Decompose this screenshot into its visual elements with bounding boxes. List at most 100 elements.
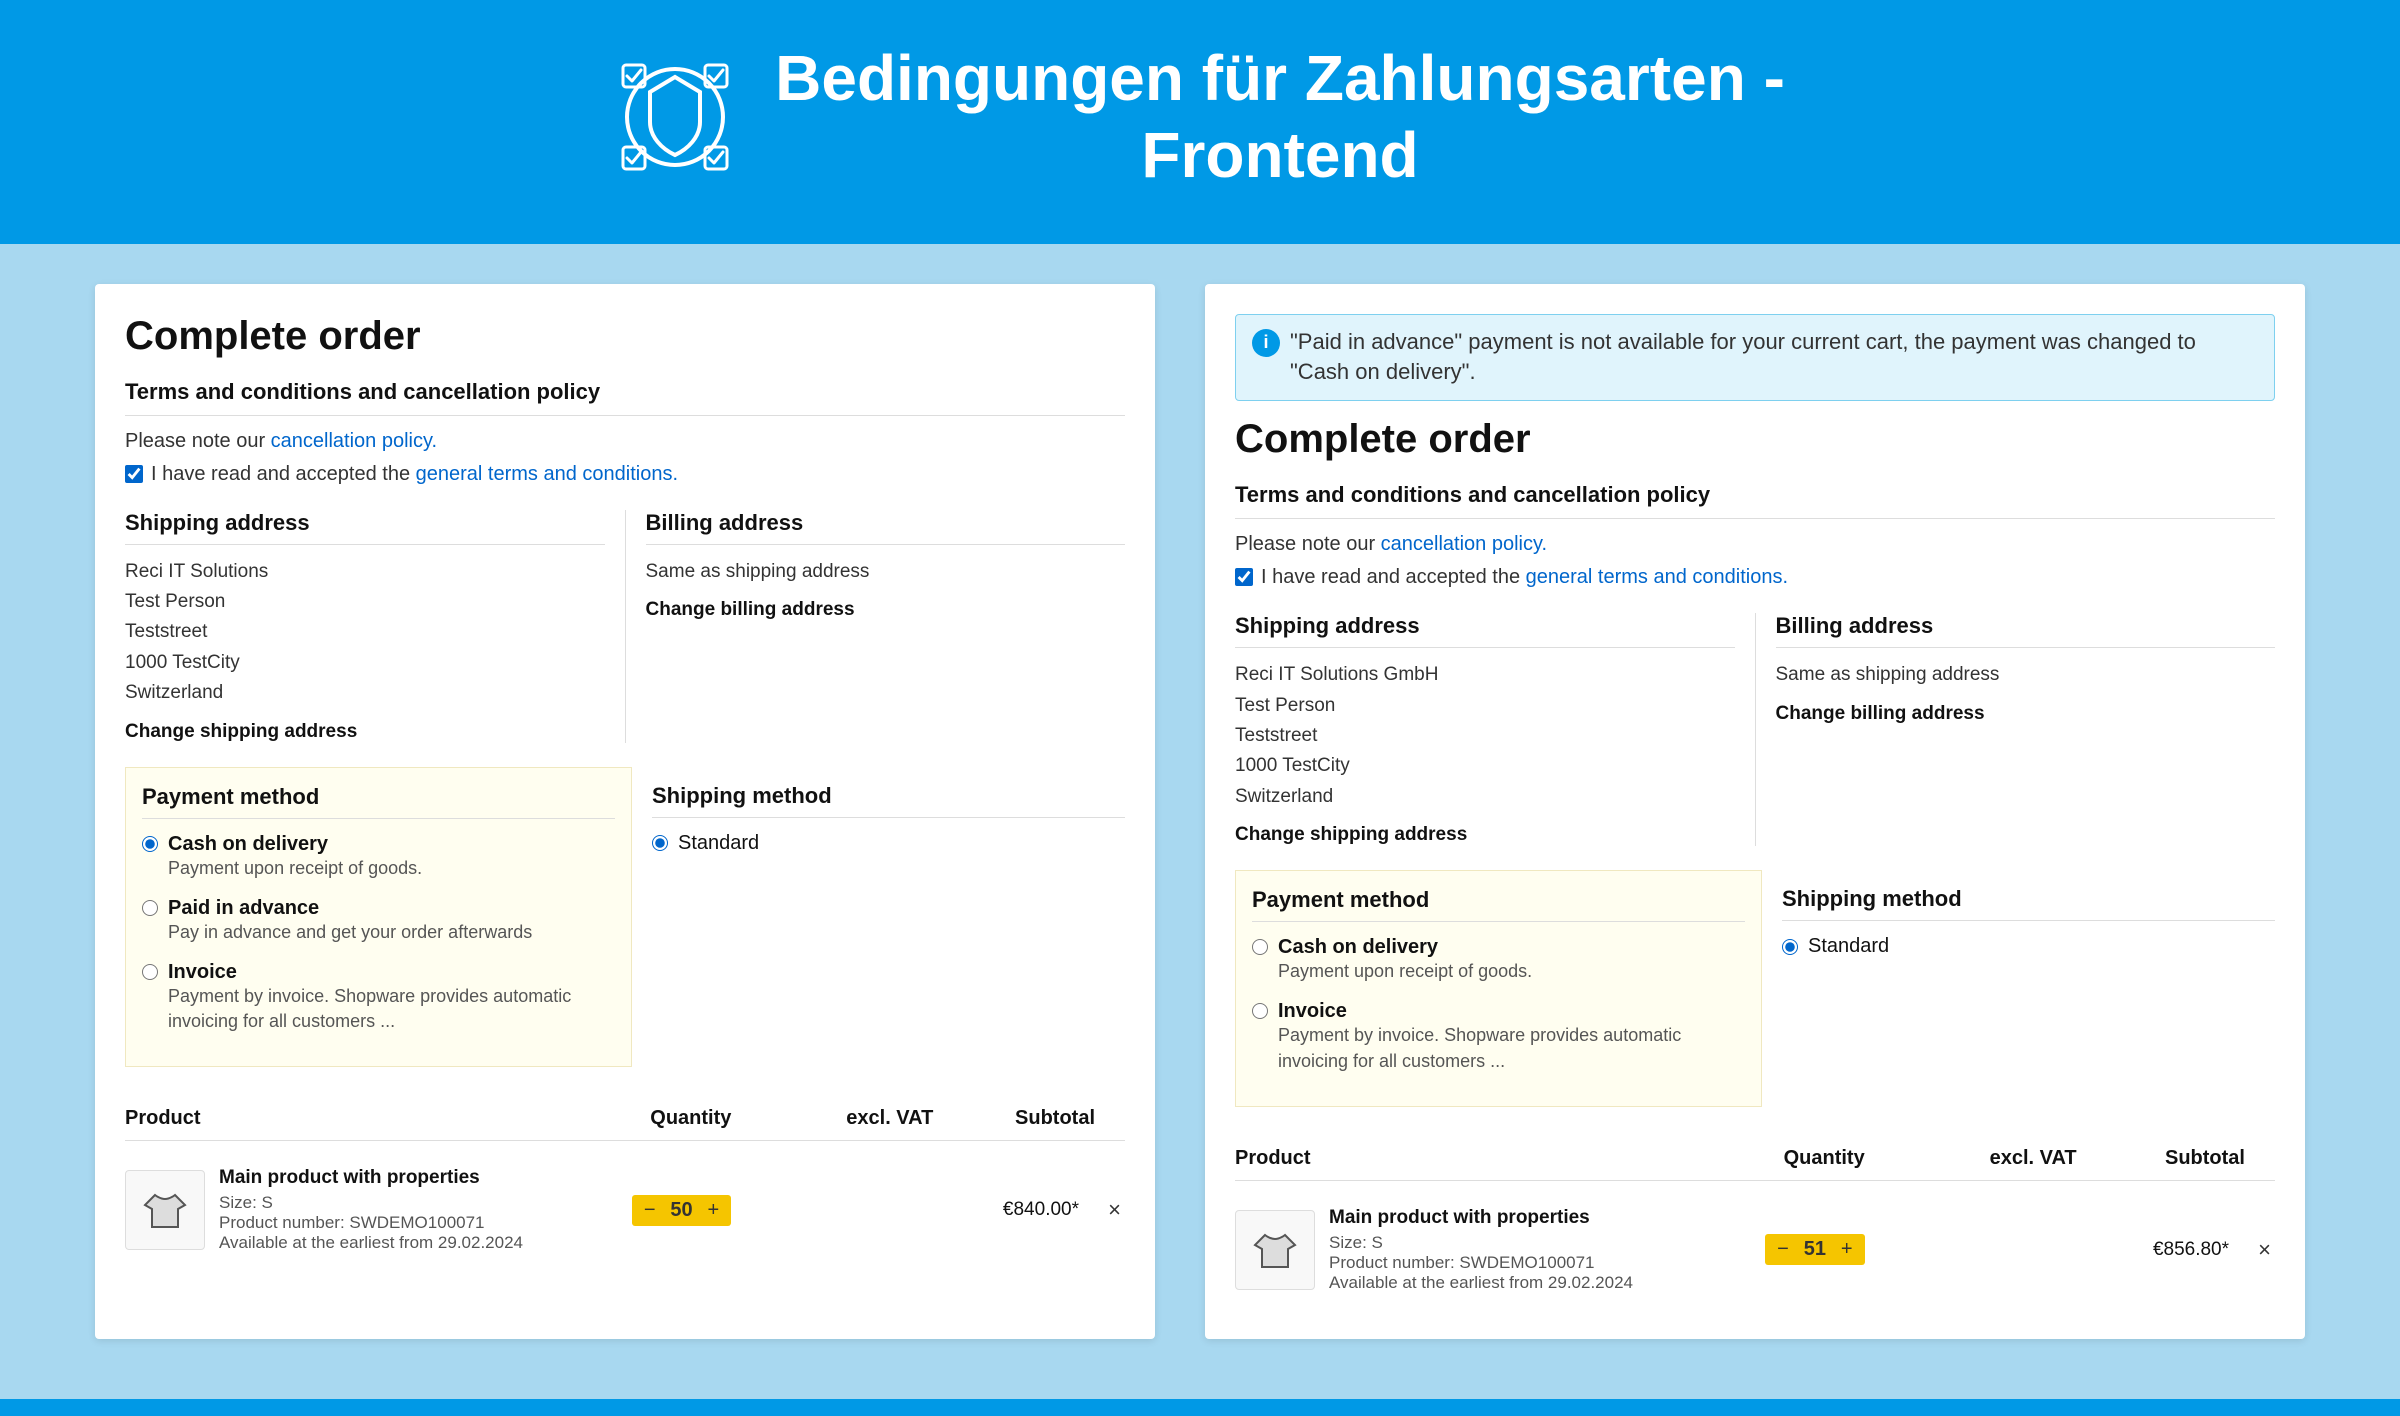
left-shipping-section-title: Shipping method [652,783,1125,818]
left-product-availability: Available at the earliest from 29.02.202… [219,1233,602,1253]
right-payment-desc-2: Payment by invoice. Shopware provides au… [1278,1023,1745,1073]
right-shipping-radio-1[interactable] [1782,939,1798,955]
right-col-product: Product [1235,1147,1740,1170]
left-shipping-address-col: Shipping address Reci IT Solutions Test … [125,510,625,743]
left-payment-content-2: Paid in advance Pay in advance and get y… [168,897,532,945]
right-shipping-address-col: Shipping address Reci IT Solutions GmbH … [1235,613,1755,846]
left-payment-label-1: Cash on delivery [168,833,422,856]
right-terms-link[interactable]: general terms and conditions. [1526,566,1788,588]
left-qty-decrease[interactable]: − [640,1199,660,1222]
left-shipping-method-col: Shipping method Standard [652,767,1125,1068]
left-product-info-wrapper: Main product with properties Size: S Pro… [125,1167,602,1253]
left-payment-radio-3[interactable] [142,964,158,980]
right-payment-option-2: Invoice Payment by invoice. Shopware pro… [1252,1000,1745,1073]
left-cancellation-link[interactable]: cancellation policy. [271,430,437,452]
left-payment-radio-1[interactable] [142,836,158,852]
left-product-image [125,1170,205,1250]
right-product-sku: Product number: SWDEMO100071 [1329,1253,1732,1273]
right-cancellation-link[interactable]: cancellation policy. [1381,533,1547,555]
left-qty-control: − 50 + [632,1195,731,1226]
left-shipping-address-title: Shipping address [125,510,605,545]
right-col-vat: excl. VAT [1908,1147,2076,1170]
right-shipping-address-title: Shipping address [1235,613,1735,648]
right-payment-radio-2[interactable] [1252,1003,1268,1019]
right-billing-same-text: Same as shipping address [1776,660,2276,690]
page-title: Bedingungen für Zahlungsarten - Frontend [775,40,1785,194]
right-terms-checkbox[interactable] [1235,568,1253,586]
right-payment-label-1: Cash on delivery [1278,936,1532,959]
left-change-billing-link[interactable]: Change billing address [646,599,855,620]
left-product-row: Main product with properties Size: S Pro… [125,1151,1125,1269]
right-payment-shipping-row: Payment method Cash on delivery Payment … [1235,870,2275,1107]
right-qty-control: − 51 + [1765,1234,1864,1265]
right-billing-address-col: Billing address Same as shipping address… [1755,613,2276,846]
right-product-name: Main product with properties [1329,1207,1732,1229]
left-shipping-label-1: Standard [678,832,759,855]
right-cancellation-text: Please note our cancellation policy. [1235,533,2275,556]
left-payment-desc-3: Payment by invoice. Shopware provides au… [168,984,615,1034]
right-panel-title: Complete order [1235,417,2275,462]
left-remove-button[interactable]: × [1104,1193,1125,1227]
right-info-banner: i "Paid in advance" payment is not avail… [1235,314,2275,402]
left-product-size: Size: S [219,1193,602,1213]
right-payment-section-title: Payment method [1252,887,1745,922]
left-col-quantity: Quantity [610,1107,772,1130]
left-qty-increase[interactable]: + [704,1199,724,1222]
left-panel-title: Complete order [125,314,1125,359]
right-change-shipping-link[interactable]: Change shipping address [1235,824,1467,845]
right-payment-content-1: Cash on delivery Payment upon receipt of… [1278,936,1532,984]
header-icon [615,57,735,177]
right-shipping-option-1: Standard [1782,935,2275,958]
right-qty-cell: − 51 + [1732,1234,1898,1265]
right-product-table-header: Product Quantity excl. VAT Subtotal [1235,1137,2275,1181]
right-order-panel: i "Paid in advance" payment is not avail… [1205,284,2305,1339]
right-remove-button[interactable]: × [2254,1233,2275,1267]
left-terms-checkbox-row: I have read and accepted the general ter… [125,463,1125,486]
left-qty-cell: − 50 + [602,1195,761,1226]
left-col-vat: excl. VAT [772,1107,934,1130]
left-payment-option-3: Invoice Payment by invoice. Shopware pro… [142,961,615,1034]
right-billing-address-title: Billing address [1776,613,2276,648]
right-col-quantity: Quantity [1740,1147,1908,1170]
right-qty-value: 51 [1801,1238,1829,1261]
right-qty-increase[interactable]: + [1837,1238,1857,1261]
right-remove-col: × [2239,1233,2275,1267]
left-billing-same-text: Same as shipping address [646,557,1126,587]
right-subtotal-cell: €856.80* [2063,1239,2239,1261]
right-payment-radio-1[interactable] [1252,939,1268,955]
left-shipping-address-text: Reci IT Solutions Test Person Teststreet… [125,557,605,709]
right-info-banner-text: "Paid in advance" payment is not availab… [1290,327,2258,389]
left-payment-label-2: Paid in advance [168,897,532,920]
right-product-size: Size: S [1329,1233,1732,1253]
right-col-subtotal: Subtotal [2077,1147,2275,1170]
content-area: Complete order Terms and conditions and … [0,244,2400,1399]
right-product-row: Main product with properties Size: S Pro… [1235,1191,2275,1309]
right-product-availability: Available at the earliest from 29.02.202… [1329,1273,1732,1293]
left-payment-desc-2: Pay in advance and get your order afterw… [168,920,532,945]
right-change-billing-link[interactable]: Change billing address [1776,703,1985,724]
left-payment-desc-1: Payment upon receipt of goods. [168,856,422,881]
left-col-product: Product [125,1107,610,1130]
info-icon: i [1252,329,1280,357]
right-payment-option-1: Cash on delivery Payment upon receipt of… [1252,936,1745,984]
left-address-row: Shipping address Reci IT Solutions Test … [125,510,1125,743]
right-payment-method-col: Payment method Cash on delivery Payment … [1235,870,1762,1107]
right-shipping-section-title: Shipping method [1782,886,2275,921]
right-payment-desc-1: Payment upon receipt of goods. [1278,959,1532,984]
left-subtotal-cell: €840.00* [920,1199,1089,1221]
left-payment-radio-2[interactable] [142,900,158,916]
right-product-info-wrapper: Main product with properties Size: S Pro… [1235,1207,1732,1293]
right-qty-decrease[interactable]: − [1773,1238,1793,1261]
left-terms-title: Terms and conditions and cancellation po… [125,379,1125,416]
right-payment-label-2: Invoice [1278,1000,1745,1023]
left-payment-method-col: Payment method Cash on delivery Payment … [125,767,632,1068]
left-col-subtotal: Subtotal [933,1107,1125,1130]
left-billing-address-title: Billing address [646,510,1126,545]
left-change-shipping-link[interactable]: Change shipping address [125,721,357,742]
left-terms-checkbox[interactable] [125,465,143,483]
left-order-panel: Complete order Terms and conditions and … [95,284,1155,1339]
left-shipping-radio-1[interactable] [652,835,668,851]
left-cancellation-text: Please note our cancellation policy. [125,430,1125,453]
left-product-sku: Product number: SWDEMO100071 [219,1213,602,1233]
left-terms-link[interactable]: general terms and conditions. [416,463,678,485]
